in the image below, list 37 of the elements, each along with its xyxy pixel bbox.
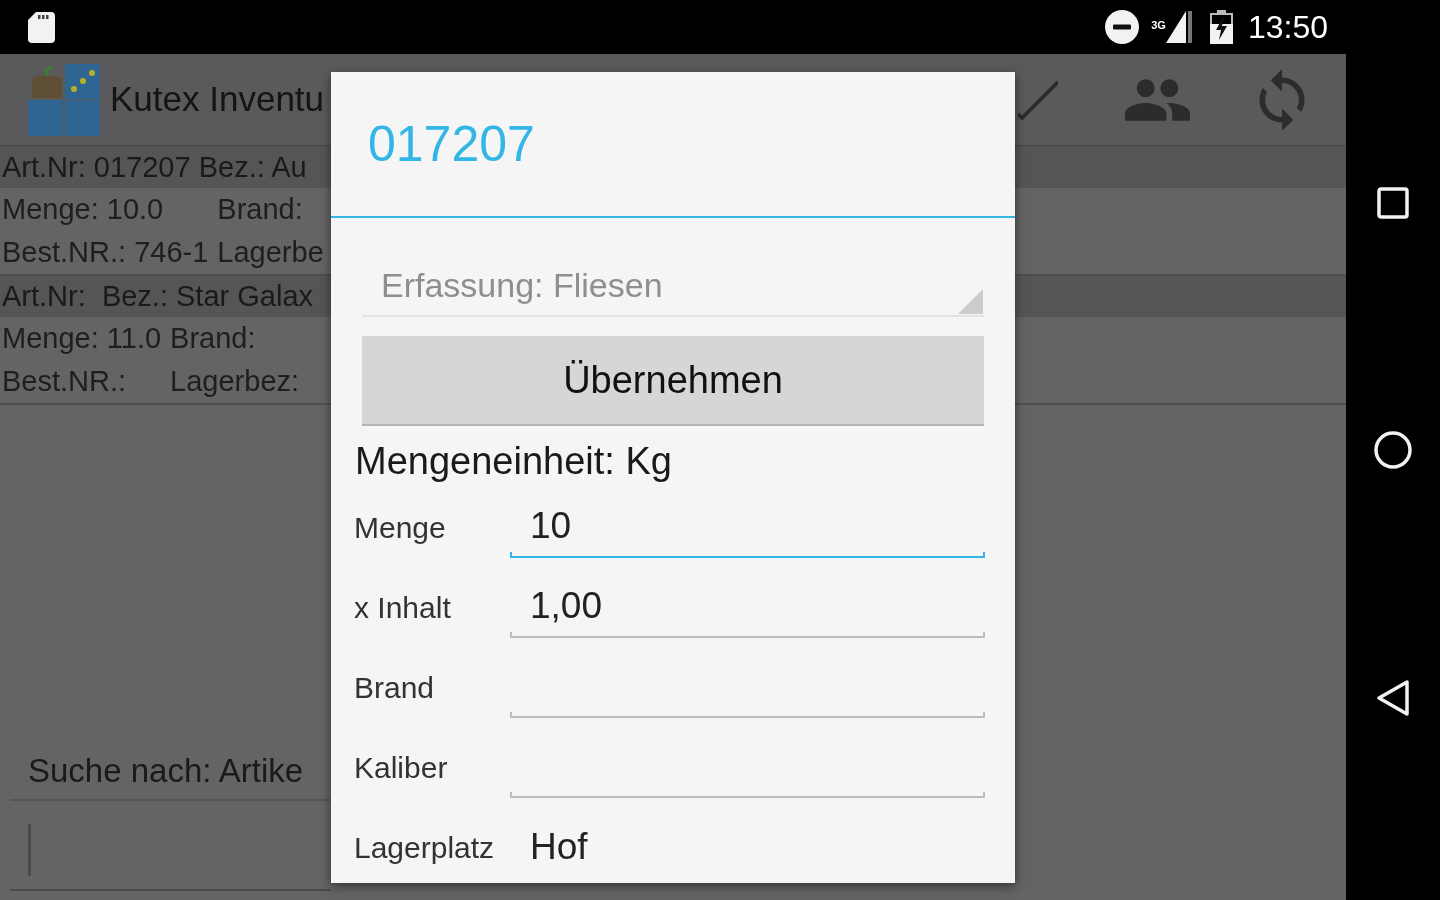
app-logo-icon <box>28 63 100 136</box>
field-label: Lagerplatz <box>354 829 496 866</box>
list-item-text: Brand: <box>170 321 257 356</box>
field-value: Hof <box>529 825 588 870</box>
recent-apps-icon[interactable] <box>1377 187 1409 219</box>
list-item-title: Art.Nr: 017207 Bez.: Au <box>1 150 307 185</box>
back-icon[interactable] <box>1377 680 1409 716</box>
list-item-title: Art.Nr: Bez.: Star Galax <box>1 279 314 314</box>
list-item-text: Best.NR.: <box>2 364 128 399</box>
sync-icon[interactable] <box>1258 68 1306 131</box>
sd-card-icon <box>28 11 55 43</box>
dialog-title: 017207 <box>368 115 535 173</box>
dropdown-triangle-icon <box>958 289 983 314</box>
signal-icon <box>1165 11 1192 43</box>
list-item-text: Brand: <box>217 192 304 227</box>
clock: 13:50 <box>1247 9 1328 45</box>
app-title: Kutex Inventu <box>110 78 325 121</box>
list-item-text: Lagerbez: <box>170 364 300 399</box>
unit-label: Mengeneinheit: Kg <box>355 439 672 483</box>
check-icon[interactable] <box>1018 79 1058 120</box>
do-not-disturb-icon <box>1105 10 1140 44</box>
search-label: Suche nach: Artike <box>28 751 304 791</box>
field-label: Kaliber <box>354 749 449 786</box>
list-item-text: Menge: 11.0 <box>2 321 162 356</box>
field-label: x Inhalt <box>354 589 452 626</box>
input-field[interactable]: 1,00 <box>510 576 985 638</box>
list-item-text: Best.NR.: 746-1 <box>2 235 209 270</box>
people-icon[interactable] <box>1125 78 1190 121</box>
apply-button[interactable]: Übernehmen <box>362 336 984 424</box>
input-field[interactable]: 10 <box>510 496 985 558</box>
home-icon[interactable] <box>1374 431 1412 469</box>
network-type: 3G <box>1151 19 1166 31</box>
list-item-text: Menge: 10.0 <box>2 192 165 227</box>
field-label: Menge <box>354 509 447 546</box>
list-item-text: Lagerbe <box>217 235 324 270</box>
battery-charging-icon <box>1209 10 1233 44</box>
field-label: Brand <box>354 669 436 706</box>
